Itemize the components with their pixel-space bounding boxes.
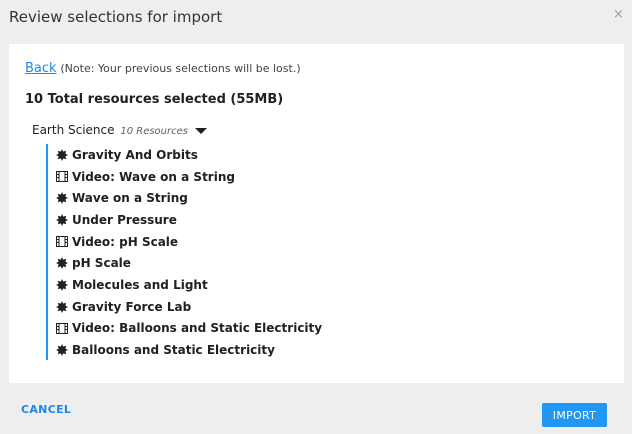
video-icon bbox=[56, 171, 68, 183]
resource-item: Under Pressure bbox=[56, 209, 322, 231]
resource-title: Video: Wave on a String bbox=[72, 169, 235, 184]
resource-item: Video: Wave on a String bbox=[56, 166, 322, 188]
exercise-icon bbox=[56, 148, 68, 161]
resource-item: Gravity And Orbits bbox=[56, 144, 322, 166]
resource-title: Gravity Force Lab bbox=[72, 299, 192, 314]
video-icon bbox=[56, 322, 68, 334]
resource-item: Gravity Force Lab bbox=[56, 296, 322, 318]
resource-title: Gravity And Orbits bbox=[72, 147, 198, 162]
resource-item: Video: pH Scale bbox=[56, 231, 322, 253]
close-icon[interactable]: × bbox=[613, 7, 624, 23]
exercise-icon bbox=[56, 300, 68, 313]
resource-item: Balloons and Static Electricity bbox=[56, 339, 322, 361]
resource-title: Wave on a String bbox=[72, 191, 188, 206]
topic-count: 10 Resources bbox=[120, 126, 188, 137]
resource-title: Under Pressure bbox=[72, 212, 177, 227]
back-note: (Note: Your previous selections will be … bbox=[60, 62, 301, 75]
content-panel: Back (Note: Your previous selections wil… bbox=[9, 44, 624, 383]
topic-header[interactable]: Earth Science 10 Resources bbox=[32, 123, 207, 137]
resource-title: Balloons and Static Electricity bbox=[72, 343, 275, 358]
exercise-icon bbox=[56, 278, 68, 291]
cancel-button[interactable]: CANCEL bbox=[21, 403, 71, 416]
exercise-icon bbox=[56, 257, 68, 270]
caret-down-icon[interactable] bbox=[194, 127, 207, 134]
resource-item: Video: Balloons and Static Electricity bbox=[56, 318, 322, 340]
exercise-icon bbox=[56, 344, 68, 357]
exercise-icon bbox=[56, 213, 68, 226]
video-icon bbox=[56, 236, 68, 248]
resource-title: Video: pH Scale bbox=[72, 234, 179, 249]
resource-item: pH Scale bbox=[56, 252, 322, 274]
resource-title: Video: Balloons and Static Electricity bbox=[72, 321, 323, 336]
topic-name: Earth Science bbox=[32, 123, 115, 137]
resource-title: pH Scale bbox=[72, 256, 131, 271]
dialog-title: Review selections for import bbox=[9, 8, 223, 26]
exercise-icon bbox=[56, 192, 68, 205]
back-row: Back (Note: Your previous selections wil… bbox=[25, 61, 301, 76]
resource-item: Molecules and Light bbox=[56, 274, 322, 296]
import-button[interactable]: IMPORT bbox=[542, 403, 607, 427]
resource-list: Gravity And Orbits Video: Wave on a Strin… bbox=[46, 144, 322, 360]
selection-summary: 10 Total resources selected (55MB) bbox=[25, 92, 284, 107]
resource-title: Molecules and Light bbox=[72, 277, 208, 292]
resource-item: Wave on a String bbox=[56, 187, 322, 209]
back-link[interactable]: Back bbox=[25, 61, 57, 76]
